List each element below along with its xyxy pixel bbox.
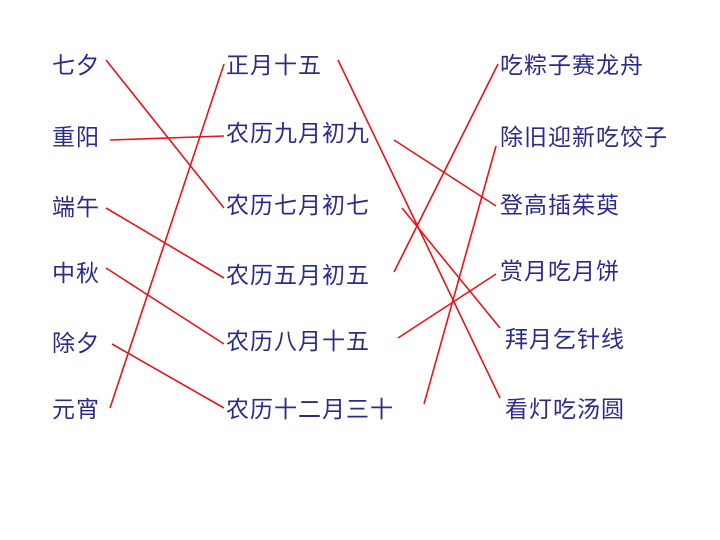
date-label: 农历十二月三十 (226, 397, 394, 423)
matching-diagram: 七夕 重阳 端午 中秋 除夕 元宵 正月十五 农历九月初九 农历七月初七 农历五… (0, 0, 720, 540)
date-label: 农历七月初七 (226, 193, 370, 219)
custom-label: 登高插茱萸 (500, 193, 620, 219)
date-custom-line (393, 139, 497, 207)
date-label: 农历五月初五 (226, 263, 370, 289)
festival-label: 七夕 (52, 53, 100, 79)
date-custom-line (393, 63, 499, 273)
festival-label: 元宵 (52, 397, 100, 423)
custom-label: 拜月乞针线 (505, 327, 625, 353)
date-label: 农历九月初九 (226, 121, 370, 147)
date-label: 农历八月十五 (226, 329, 370, 355)
custom-label: 看灯吃汤圆 (505, 397, 625, 423)
festival-date-line (109, 63, 225, 409)
custom-label: 吃粽子赛龙舟 (500, 53, 644, 79)
festival-label: 中秋 (52, 261, 100, 287)
custom-label: 赏月吃月饼 (500, 259, 620, 285)
festival-date-line (105, 267, 225, 345)
festival-label: 除夕 (52, 331, 100, 357)
custom-label: 除旧迎新吃饺子 (500, 125, 668, 151)
festival-date-line (105, 59, 225, 209)
festival-label: 端午 (52, 195, 100, 221)
festival-label: 重阳 (52, 125, 100, 151)
date-label: 正月十五 (226, 53, 322, 79)
